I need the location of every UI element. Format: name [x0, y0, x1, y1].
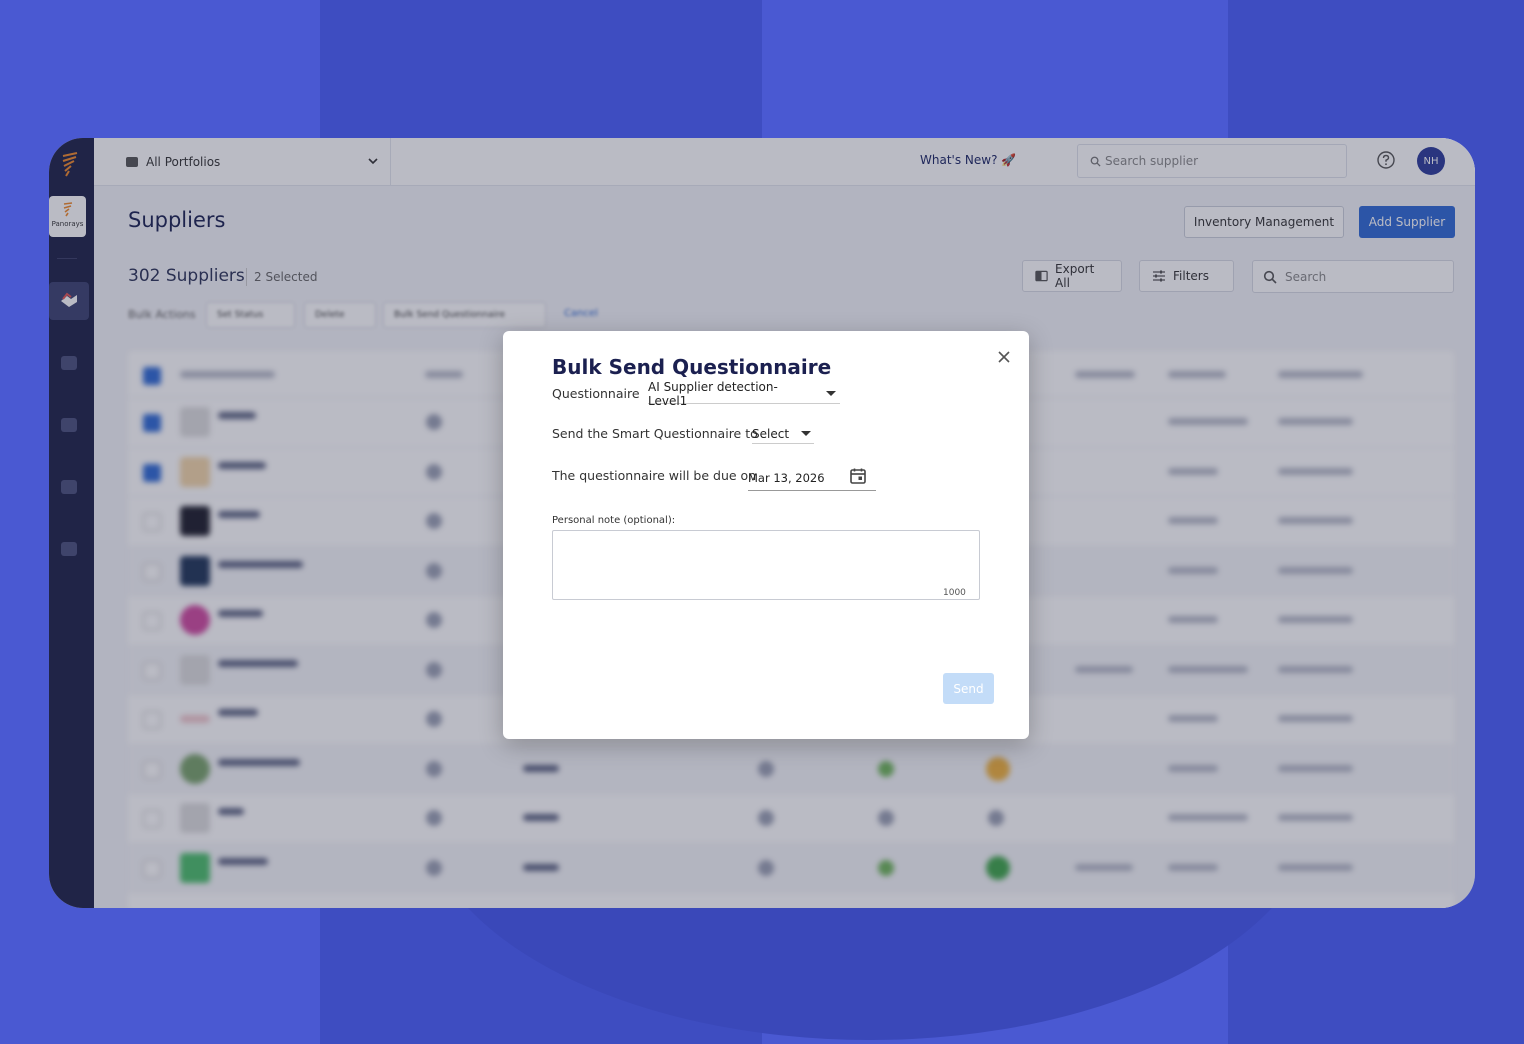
dropdown-arrow-icon	[801, 431, 812, 436]
dropdown-arrow-icon	[826, 391, 836, 396]
calendar-icon[interactable]	[849, 467, 867, 485]
modal-title: Bulk Send Questionnaire	[552, 355, 832, 379]
due-date-label: The questionnaire will be due on	[552, 468, 757, 483]
character-limit-counter: 1000	[943, 588, 966, 598]
send-button[interactable]: Send	[943, 673, 994, 704]
send-to-select-value: Select	[752, 426, 790, 441]
personal-note-textarea[interactable]	[552, 530, 980, 600]
close-icon[interactable]	[997, 350, 1011, 364]
send-to-select[interactable]: Select	[752, 424, 814, 444]
due-date-value: Mar 13, 2026	[748, 470, 825, 485]
questionnaire-label: Questionnaire	[552, 386, 640, 401]
questionnaire-select[interactable]: AI Supplier detection- Level1	[648, 380, 840, 408]
questionnaire-select-value: AI Supplier detection- Level1	[648, 379, 778, 408]
personal-note-label: Personal note (optional):	[552, 515, 676, 526]
send-to-label: Send the Smart Questionnaire to	[552, 426, 758, 441]
bulk-send-questionnaire-modal: Bulk Send Questionnaire Questionnaire AI…	[503, 331, 1029, 739]
